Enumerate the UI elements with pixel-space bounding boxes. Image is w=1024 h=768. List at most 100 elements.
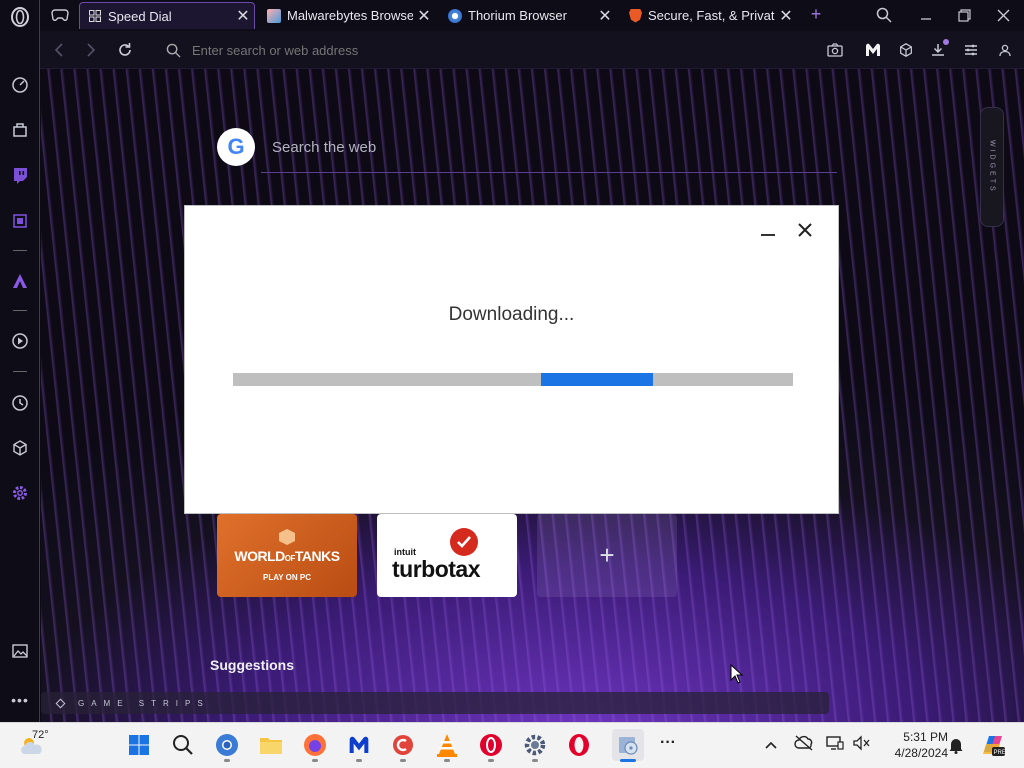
twitch-icon[interactable] [9,164,31,186]
download-dialog: Downloading... [184,205,839,514]
tab-close-icon[interactable]: ✕ [775,6,797,26]
dialog-minimize-icon[interactable] [761,234,775,236]
start-windows-icon[interactable] [126,732,152,758]
speedometer-icon[interactable] [9,74,31,96]
speed-dial-turbotax[interactable]: intuit turbotax [377,514,517,597]
wot-line1: WORLD [234,548,285,564]
tab-close-icon[interactable]: ✕ [594,6,616,26]
tab-close-icon[interactable]: ✕ [413,6,435,26]
opera-gx-app-icon[interactable] [478,732,504,758]
progress-fill [541,373,653,386]
cpu-icon[interactable] [9,210,31,232]
wallpaper-icon[interactable] [9,640,31,662]
opera-gx-logo-icon[interactable] [9,6,31,28]
forward-icon[interactable] [82,41,100,59]
game-strips-bar[interactable]: GAME STRIPS [41,692,829,714]
tab-label: Thorium Browser [468,8,567,23]
aria-icon[interactable] [9,270,31,292]
address-input[interactable] [192,40,792,60]
sidebar-divider [13,310,27,311]
running-indicator [312,759,318,762]
download-badge-icon [943,39,949,45]
tab-search-icon[interactable] [874,6,894,24]
close-window-icon[interactable] [993,6,1013,24]
diamond-icon [55,698,66,708]
malwarebytes-extension-icon[interactable] [864,41,882,59]
progress-track [233,373,793,386]
tab-bar: Speed Dial ✕ Malwarebytes Browser G ✕ Th… [40,0,1024,31]
settings-app-icon[interactable] [522,732,548,758]
mouse-cursor-icon [730,663,744,684]
address-bar-row [40,31,1024,69]
opera-app-icon[interactable] [566,732,592,758]
sidebar: ••• [0,0,40,722]
chrome-thorium-app-icon[interactable] [214,732,240,758]
taskbar-search-icon[interactable] [170,732,196,758]
tab-thorium[interactable]: Thorium Browser ✕ [440,2,616,29]
running-indicator [224,759,230,762]
notification-bell-icon[interactable] [948,736,964,759]
sidebar-divider [13,250,27,251]
clock-date: 4/28/2024 [894,746,948,760]
turbotax-label: turbotax [392,555,481,582]
more-icon[interactable]: ••• [9,692,31,708]
sound-muted-icon[interactable] [852,735,870,756]
player-icon[interactable] [9,330,31,352]
display-icon[interactable] [826,735,844,756]
ccleaner-icon[interactable] [390,732,416,758]
tab-speed-dial[interactable]: Speed Dial ✕ [79,2,255,29]
running-indicator [488,759,494,762]
tray-chevron-icon[interactable] [764,737,778,755]
malwarebytes-app-icon[interactable] [346,732,372,758]
brave-favicon-icon [629,8,642,23]
firefox-icon[interactable] [302,732,328,758]
thorium-favicon-icon [448,8,462,23]
tab-label: Speed Dial [108,8,172,24]
back-icon[interactable] [50,41,68,59]
installer-app-icon[interactable] [612,729,644,761]
search-web-field[interactable]: Search the web [272,139,376,156]
onedrive-offline-icon[interactable] [794,735,814,756]
tab-close-icon[interactable]: ✕ [232,6,254,26]
cube-icon[interactable] [9,437,31,459]
sidebar-divider [13,371,27,372]
settings-gear-icon[interactable] [9,482,31,504]
running-indicator [444,759,450,762]
tank-icon [279,529,295,545]
tab-brave[interactable]: Secure, Fast, & Private W ✕ [621,2,797,29]
new-tab-icon[interactable]: + [806,4,826,24]
address-search-icon [164,41,182,59]
add-speed-dial-button[interactable]: + [537,514,677,597]
history-icon[interactable] [9,392,31,414]
restore-window-icon[interactable] [954,6,974,24]
easy-setup-icon[interactable] [962,41,980,59]
malwarebytes-favicon-icon [267,8,281,23]
game-strips-label: GAME STRIPS [78,698,210,708]
profile-icon[interactable] [996,41,1014,59]
running-indicator [532,759,538,762]
camera-icon[interactable] [826,41,844,59]
reload-icon[interactable] [116,41,134,59]
tab-label: Malwarebytes Browser G [287,8,413,23]
bag-icon[interactable] [9,119,31,141]
grid-icon [88,9,102,23]
turbotax-check-icon [450,527,478,556]
widgets-toggle[interactable]: WIDGETS [980,107,1004,227]
google-logo-icon: G [217,128,255,166]
copilot-icon[interactable]: PRE [980,732,1006,763]
extensions-cube-icon[interactable] [897,41,915,59]
vlc-icon[interactable] [434,732,460,758]
active-indicator [620,759,636,762]
widgets-label: WIDGETS [988,140,996,194]
minimize-window-icon[interactable] [916,6,936,24]
taskbar-more-button[interactable]: ··· [660,734,676,752]
dialog-title: Downloading... [448,304,575,325]
wot-tagline: PLAY ON PC [262,573,311,582]
dialog-close-icon[interactable] [797,218,813,244]
clock[interactable]: 5:31 PM 4/28/2024 [878,729,948,761]
tab-malwarebytes[interactable]: Malwarebytes Browser G ✕ [259,2,435,29]
speed-dial-world-of-tanks[interactable]: WORLDOFTANKS PLAY ON PC [217,514,357,597]
tab-label: Secure, Fast, & Private W [648,8,775,23]
gamepad-icon[interactable] [50,6,70,24]
file-explorer-icon[interactable] [258,732,284,758]
